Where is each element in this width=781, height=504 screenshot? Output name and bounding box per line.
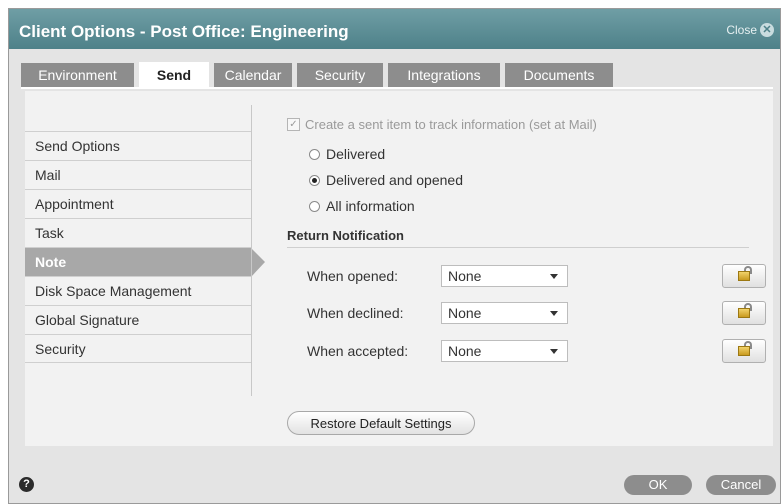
radio-label: Delivered bbox=[326, 146, 386, 162]
when-declined-select[interactable]: None bbox=[441, 302, 568, 324]
cancel-button[interactable]: Cancel bbox=[706, 475, 776, 495]
when-accepted-label: When accepted: bbox=[307, 343, 409, 359]
when-declined-label: When declined: bbox=[307, 305, 404, 321]
dialog-title: Client Options - Post Office: Engineerin… bbox=[19, 22, 349, 41]
chevron-down-icon bbox=[550, 349, 558, 354]
ok-button[interactable]: OK bbox=[624, 475, 692, 495]
send-options-panel: Send Options Mail Appointment Task Note … bbox=[25, 91, 773, 446]
sidebar-item-appointment[interactable]: Appointment bbox=[25, 189, 251, 218]
sidebar-item-note[interactable]: Note bbox=[25, 247, 265, 277]
radio-all-information[interactable]: All information bbox=[309, 198, 415, 214]
title-bar: Client Options - Post Office: Engineerin… bbox=[9, 9, 780, 49]
radio-label: Delivered and opened bbox=[326, 172, 463, 188]
sidebar-item-note-label: Note bbox=[35, 254, 67, 270]
when-opened-select[interactable]: None bbox=[441, 265, 568, 287]
radio-delivered-and-opened[interactable]: Delivered and opened bbox=[309, 172, 463, 188]
when-accepted-select[interactable]: None bbox=[441, 340, 568, 362]
sidebar-item-send-options[interactable]: Send Options bbox=[25, 131, 251, 160]
when-declined-lock-button[interactable] bbox=[722, 301, 766, 325]
tab-send[interactable]: Send bbox=[139, 62, 209, 89]
radio-button bbox=[309, 200, 320, 212]
sent-item-checkbox-label: Create a sent item to track information … bbox=[305, 117, 597, 132]
sidebar-item-global-signature[interactable]: Global Signature bbox=[25, 305, 251, 334]
radio-delivered[interactable]: Delivered bbox=[309, 146, 385, 162]
help-icon[interactable]: ? bbox=[19, 477, 34, 492]
padlock-open-icon bbox=[738, 346, 750, 356]
close-icon: ✕ bbox=[760, 23, 774, 37]
radio-button-selected bbox=[309, 174, 320, 186]
close-label: Close bbox=[726, 23, 757, 37]
chevron-down-icon bbox=[550, 274, 558, 279]
tab-integrations[interactable]: Integrations bbox=[388, 63, 500, 87]
when-opened-value: None bbox=[448, 268, 482, 284]
padlock-open-icon bbox=[738, 308, 750, 318]
client-options-dialog: Client Options - Post Office: Engineerin… bbox=[8, 8, 781, 504]
checkmark-icon: ✓ bbox=[287, 118, 300, 131]
sidebar-divider bbox=[251, 105, 252, 396]
tab-documents[interactable]: Documents bbox=[505, 63, 613, 87]
sidebar-item-security[interactable]: Security bbox=[25, 334, 251, 363]
when-accepted-lock-button[interactable] bbox=[722, 339, 766, 363]
return-notification-heading: Return Notification bbox=[287, 228, 404, 243]
sidebar-item-mail[interactable]: Mail bbox=[25, 160, 251, 189]
padlock-open-icon bbox=[738, 271, 750, 281]
when-accepted-value: None bbox=[448, 343, 482, 359]
when-declined-value: None bbox=[448, 305, 482, 321]
chevron-down-icon bbox=[550, 311, 558, 316]
radio-button bbox=[309, 148, 320, 160]
close-button[interactable]: Close ✕ bbox=[726, 23, 774, 37]
tab-calendar[interactable]: Calendar bbox=[214, 63, 292, 87]
section-divider bbox=[287, 247, 749, 248]
sidebar-nav: Send Options Mail Appointment Task Note … bbox=[25, 131, 265, 363]
tab-underline bbox=[21, 87, 773, 89]
sent-item-checkbox-row: ✓ Create a sent item to track informatio… bbox=[287, 117, 597, 132]
sidebar-item-disk-space-management[interactable]: Disk Space Management bbox=[25, 276, 251, 305]
restore-default-settings-button[interactable]: Restore Default Settings bbox=[287, 411, 475, 435]
tab-environment[interactable]: Environment bbox=[21, 63, 134, 87]
radio-label: All information bbox=[326, 198, 415, 214]
when-opened-label: When opened: bbox=[307, 268, 399, 284]
selection-arrow bbox=[251, 248, 265, 277]
sidebar-item-task[interactable]: Task bbox=[25, 218, 251, 247]
when-opened-lock-button[interactable] bbox=[722, 264, 766, 288]
tab-security[interactable]: Security bbox=[297, 63, 383, 87]
